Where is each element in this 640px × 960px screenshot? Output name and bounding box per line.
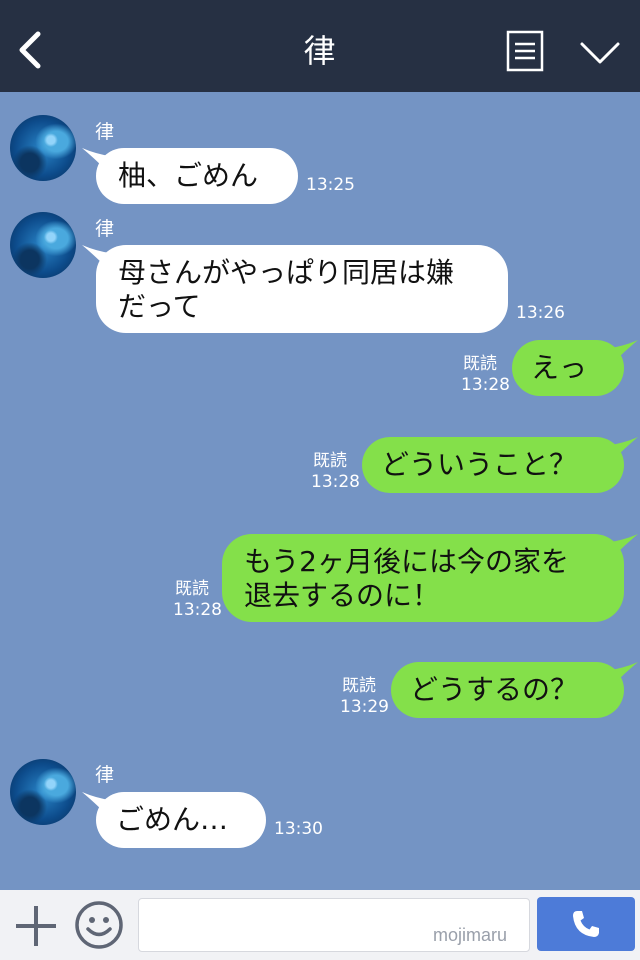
notes-icon[interactable] (506, 30, 544, 72)
message-bubble[interactable]: えっ (512, 340, 624, 396)
sender-name: 律 (95, 121, 115, 143)
phone-icon (573, 911, 599, 937)
message-bubble[interactable]: 母さんがやっぱり同居は嫌 だって (96, 245, 508, 333)
chat-header: 律 (0, 0, 640, 92)
message-bubble[interactable]: もう2ヶ月後には今の家を 退去するのに！ (222, 534, 624, 622)
message-time: 13:26 (516, 303, 565, 323)
message-bubble[interactable]: どういうこと？ (362, 437, 624, 493)
message-time: 13:25 (306, 175, 355, 195)
message-incoming: 律 柚、ごめん 13:25 (0, 92, 640, 204)
bubble-tail (610, 340, 638, 362)
message-outgoing: 既読 13:28 どういうこと？ (0, 437, 640, 497)
message-outgoing: 既読 13:28 えっ (0, 340, 640, 400)
plus-icon[interactable] (14, 904, 58, 948)
call-button[interactable] (537, 897, 635, 951)
message-time: 13:28 (461, 375, 510, 395)
message-time: 13:30 (274, 819, 323, 839)
message-incoming: 律 ごめん… 13:30 (0, 747, 640, 857)
message-text: ごめん… (116, 803, 229, 836)
message-bubble[interactable]: どうするの？ (391, 662, 624, 718)
message-incoming: 律 母さんがやっぱり同居は嫌 だって 13:26 (0, 202, 640, 342)
chat-title: 律 (303, 32, 337, 70)
message-outgoing: 既読 13:29 どうするの？ (0, 662, 640, 722)
read-receipt: 既読 (342, 676, 376, 696)
message-time: 13:28 (311, 472, 360, 492)
message-text: どうするの？ (410, 673, 579, 706)
message-bubble[interactable]: ごめん… (96, 792, 266, 848)
message-bubble[interactable]: 柚、ごめん (96, 148, 298, 204)
read-receipt: 既読 (463, 354, 497, 374)
sender-name: 律 (95, 218, 115, 240)
message-text-line: だって (118, 290, 201, 323)
bubble-tail (610, 534, 638, 556)
message-time: 13:29 (340, 697, 389, 717)
message-text: えっ (531, 351, 588, 384)
avatar[interactable] (10, 759, 76, 825)
message-text: 柚、ごめん (118, 159, 259, 192)
read-receipt: 既読 (175, 579, 209, 599)
sender-name: 律 (95, 764, 115, 786)
message-list[interactable]: 律 柚、ごめん 13:25 律 母さんがやっぱり同居は嫌 だって 13:26 既… (0, 92, 640, 890)
message-text: どういうこと？ (381, 448, 578, 481)
message-text-line: 母さんがやっぱり同居は嫌 (118, 256, 455, 289)
avatar[interactable] (10, 212, 76, 278)
message-text-line: もう2ヶ月後には今の家を (244, 545, 569, 578)
message-time: 13:28 (173, 600, 222, 620)
message-outgoing: 既読 13:28 もう2ヶ月後には今の家を 退去するのに！ (0, 534, 640, 626)
smiley-icon[interactable] (74, 900, 124, 950)
bubble-tail (610, 662, 638, 684)
read-receipt: 既読 (313, 451, 347, 471)
bubble-tail (610, 437, 638, 459)
watermark: mojimaru (433, 925, 508, 945)
message-text-line: 退去するのに！ (244, 579, 441, 612)
avatar[interactable] (10, 115, 76, 181)
chevron-down-icon[interactable] (578, 38, 622, 68)
